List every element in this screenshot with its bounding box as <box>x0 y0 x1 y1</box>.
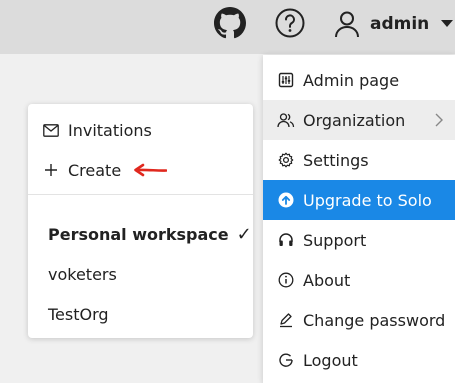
create-label: Create <box>68 160 122 180</box>
user-icon <box>334 10 360 38</box>
invitations-item[interactable]: Invitations <box>28 110 253 150</box>
check-icon: ✓ <box>236 223 252 245</box>
github-icon[interactable] <box>212 5 248 41</box>
menu-item-upgrade-to-solo[interactable]: Upgrade to Solo <box>263 180 455 220</box>
headset-icon <box>277 231 295 249</box>
invitations-label: Invitations <box>68 120 152 140</box>
menu-item-about[interactable]: About <box>263 260 455 300</box>
workspace-label: voketers <box>48 264 117 284</box>
organization-submenu: Invitations Create Personal workspace ✓ … <box>28 104 253 338</box>
admin-icon <box>277 71 295 89</box>
red-arrow-annotation <box>133 163 168 177</box>
username-label: admin <box>370 14 430 34</box>
pencil-icon <box>277 311 295 329</box>
gear-icon <box>277 151 295 169</box>
menu-item-change-password[interactable]: Change password <box>263 300 455 340</box>
organization-icon <box>277 111 295 129</box>
menu-item-label: Admin page <box>303 70 400 90</box>
menu-item-label: Settings <box>303 150 369 170</box>
menu-item-support[interactable]: Support <box>263 220 455 260</box>
create-organization-item[interactable]: Create <box>28 150 253 190</box>
menu-item-label: Support <box>303 230 367 250</box>
workspace-item-voketers[interactable]: voketers <box>28 254 253 294</box>
menu-item-label: Upgrade to Solo <box>303 190 432 210</box>
help-icon[interactable] <box>272 5 308 41</box>
caret-down-icon <box>441 20 454 28</box>
logout-icon <box>277 351 295 369</box>
menu-item-logout[interactable]: Logout <box>263 340 455 380</box>
upgrade-icon <box>277 191 295 209</box>
workspace-item-personal[interactable]: Personal workspace ✓ <box>28 214 253 254</box>
menu-item-label: Change password <box>303 310 446 330</box>
menu-divider <box>28 194 253 195</box>
menu-item-label: About <box>303 270 351 290</box>
info-icon <box>277 271 295 289</box>
plus-icon <box>42 161 60 179</box>
chevron-right-icon <box>435 112 443 131</box>
envelope-icon <box>42 121 60 139</box>
workspace-label: TestOrg <box>48 304 109 324</box>
workspace-label: Personal workspace <box>48 224 229 244</box>
menu-item-label: Organization <box>303 110 406 130</box>
top-bar: admin <box>0 0 455 54</box>
menu-item-label: Logout <box>303 350 358 370</box>
menu-item-organization[interactable]: Organization <box>263 100 455 140</box>
menu-item-settings[interactable]: Settings <box>263 140 455 180</box>
user-dropdown-menu: Admin page Organization Settings Upgrade… <box>263 55 455 383</box>
workspace-item-testorg[interactable]: TestOrg <box>28 294 253 334</box>
menu-item-admin-page[interactable]: Admin page <box>263 60 455 100</box>
user-menu-toggle[interactable]: admin <box>334 8 454 40</box>
